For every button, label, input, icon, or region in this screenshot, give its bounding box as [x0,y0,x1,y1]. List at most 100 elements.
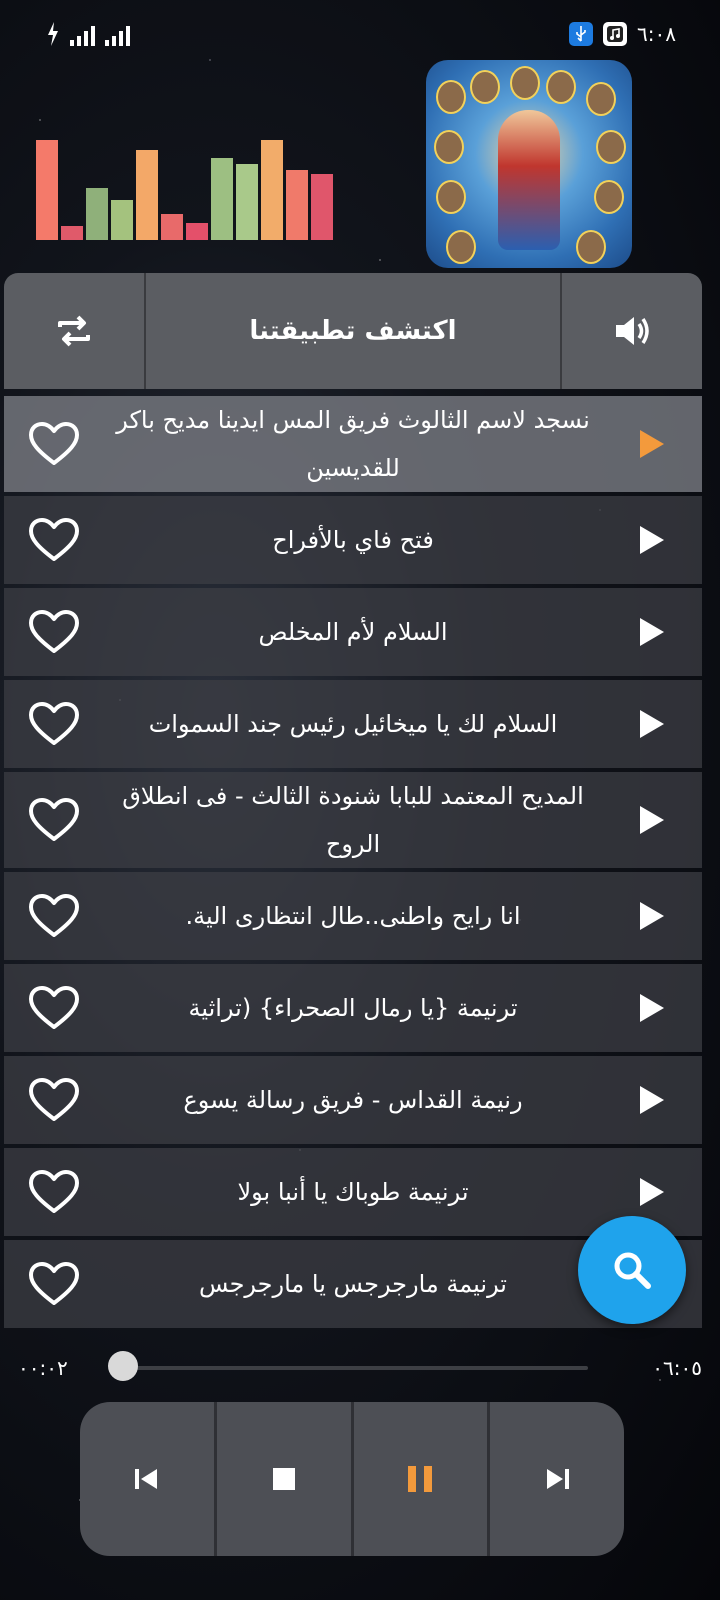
charging-icon [48,22,58,46]
previous-button[interactable] [80,1402,217,1556]
song-title: السلام لأم المخلص [258,618,448,646]
visualizer-bar [211,158,233,240]
song-list: نسجد لاسم الثالوث فريق المس ايدينا مديح … [4,396,702,1332]
total-duration: ٠٦:٠٥ [652,1356,702,1380]
seek-thumb[interactable] [108,1351,138,1381]
visualizer-bar [111,200,133,240]
seek-area: ٠٠:٠٢ ٠٦:٠٥ [0,1340,720,1390]
play-icon [640,618,664,646]
next-button[interactable] [490,1402,624,1556]
favorite-button[interactable] [4,701,104,747]
album-art[interactable] [426,60,632,268]
signal-icon [70,24,95,46]
previous-icon [134,1469,157,1489]
favorite-button[interactable] [4,797,104,843]
search-icon [614,1252,651,1289]
status-time: ٦:٠٨ [637,22,676,46]
heart-icon [29,798,79,841]
favorite-button[interactable] [4,893,104,939]
visualizer-bar [286,170,308,240]
heart-icon [29,1262,79,1305]
elapsed-time: ٠٠:٠٢ [18,1356,68,1380]
favorite-button[interactable] [4,985,104,1031]
pause-button[interactable] [354,1402,491,1556]
header-bar: اكتشف تطبيقتنا [4,273,702,389]
play-icon [640,902,664,930]
repeat-button[interactable] [4,273,144,389]
play-song-button[interactable] [602,803,702,837]
status-left [46,22,130,46]
volume-icon [616,317,649,345]
playback-controls [80,1402,624,1556]
play-icon [640,430,664,458]
play-song-button[interactable] [602,427,702,461]
song-title: ترنيمة طوباك يا أنبا بولا [237,1178,469,1206]
favorite-button[interactable] [4,609,104,655]
visualizer-bar [161,214,183,240]
play-icon [640,1086,664,1114]
favorite-button[interactable] [4,517,104,563]
visualizer-bar [311,174,333,240]
seek-bar[interactable] [118,1366,588,1370]
pause-icon [408,1466,433,1492]
audio-visualizer [36,140,336,240]
song-title: السلام لك يا ميخائيل رئيس جند السموات [148,710,558,738]
play-song-button[interactable] [602,991,702,1025]
play-song-button[interactable] [602,523,702,557]
play-song-button[interactable] [602,1083,702,1117]
song-title: انا رايح واطنى..طال انتظارى الية. [185,902,521,930]
play-icon [640,526,664,554]
visualizer-bar [36,140,58,240]
song-title: ترنيمة {يا رمال الصحراء} (تراثية [188,994,518,1022]
song-row[interactable]: ترنيمة طوباك يا أنبا بولا [4,1148,702,1236]
visualizer-bar [261,140,283,240]
heart-icon [29,422,79,465]
play-song-button[interactable] [602,1175,702,1209]
heart-icon [29,894,79,937]
heart-icon [29,518,79,561]
song-row[interactable]: ترنيمة {يا رمال الصحراء} (تراثية [4,964,702,1052]
play-song-button[interactable] [602,707,702,741]
song-row[interactable]: انا رايح واطنى..طال انتظارى الية. [4,872,702,960]
heart-icon [29,1078,79,1121]
song-title: المديح المعتمد للبابا شنودة الثالث - فى … [122,782,584,858]
visualizer-bar [61,226,83,240]
discover-apps-button[interactable]: اكتشف تطبيقتنا [144,273,562,389]
favorite-button[interactable] [4,1077,104,1123]
album-figure [498,110,560,250]
heart-icon [29,1170,79,1213]
play-song-button[interactable] [602,615,702,649]
play-icon [640,710,664,738]
stop-button[interactable] [217,1402,354,1556]
song-row[interactable]: فتح فاي بالأفراح [4,496,702,584]
heart-icon [29,986,79,1029]
favorite-button[interactable] [4,1169,104,1215]
song-title: فتح فاي بالأفراح [272,526,434,554]
song-row[interactable]: السلام لك يا ميخائيل رئيس جند السموات [4,680,702,768]
status-right: ٦:٠٨ [569,22,676,46]
search-button[interactable] [578,1216,686,1324]
play-icon [640,806,664,834]
favorite-button[interactable] [4,421,104,467]
song-row[interactable]: رنيمة القداس - فريق رسالة يسوع [4,1056,702,1144]
music-icon [603,22,628,46]
play-song-button[interactable] [602,899,702,933]
visualizer-bar [236,164,258,240]
visualizer-bar [186,223,208,240]
heart-icon [29,610,79,653]
song-row[interactable]: السلام لأم المخلص [4,588,702,676]
stop-icon [272,1468,295,1490]
favorite-button[interactable] [4,1261,104,1307]
song-title: رنيمة القداس - فريق رسالة يسوع [183,1086,523,1114]
heart-icon [29,702,79,745]
repeat-icon [58,315,90,347]
song-title: نسجد لاسم الثالوث فريق المس ايدينا مديح … [116,406,590,482]
visualizer-bar [86,188,108,240]
usb-icon [569,22,594,46]
song-row[interactable]: نسجد لاسم الثالوث فريق المس ايدينا مديح … [4,396,702,492]
visualizer-bar [136,150,158,240]
next-icon [547,1469,570,1489]
play-icon [640,994,664,1022]
song-row[interactable]: المديح المعتمد للبابا شنودة الثالث - فى … [4,772,702,868]
volume-button[interactable] [562,273,702,389]
